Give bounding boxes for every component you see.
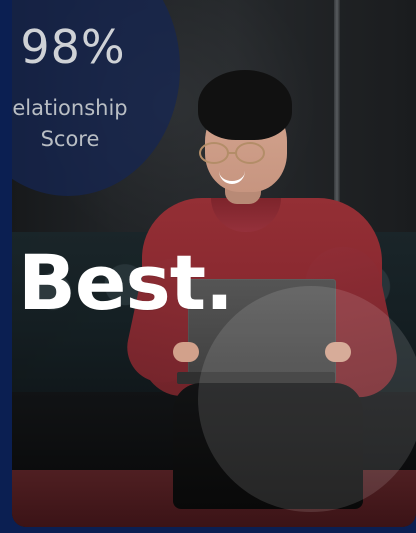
relationship-score-label-line-2: Score <box>40 127 100 151</box>
right-hand <box>325 342 351 362</box>
left-lens <box>199 142 229 164</box>
left-edge-strip <box>0 0 12 533</box>
relationship-score-value: 98% <box>20 20 126 74</box>
hero-image-card: 98% elationship Score Best. <box>12 0 416 527</box>
right-lens <box>235 142 265 164</box>
person-hands <box>173 342 351 372</box>
person-hair <box>198 70 292 140</box>
relationship-score-label-line-1: elationship <box>12 96 128 120</box>
left-hand <box>173 342 199 362</box>
headline: Best. <box>18 238 234 327</box>
person-glasses <box>197 142 285 168</box>
page: 98% elationship Score Best. <box>0 0 416 533</box>
relationship-score-label: elationship Score <box>12 93 154 155</box>
person-legs <box>173 383 363 509</box>
